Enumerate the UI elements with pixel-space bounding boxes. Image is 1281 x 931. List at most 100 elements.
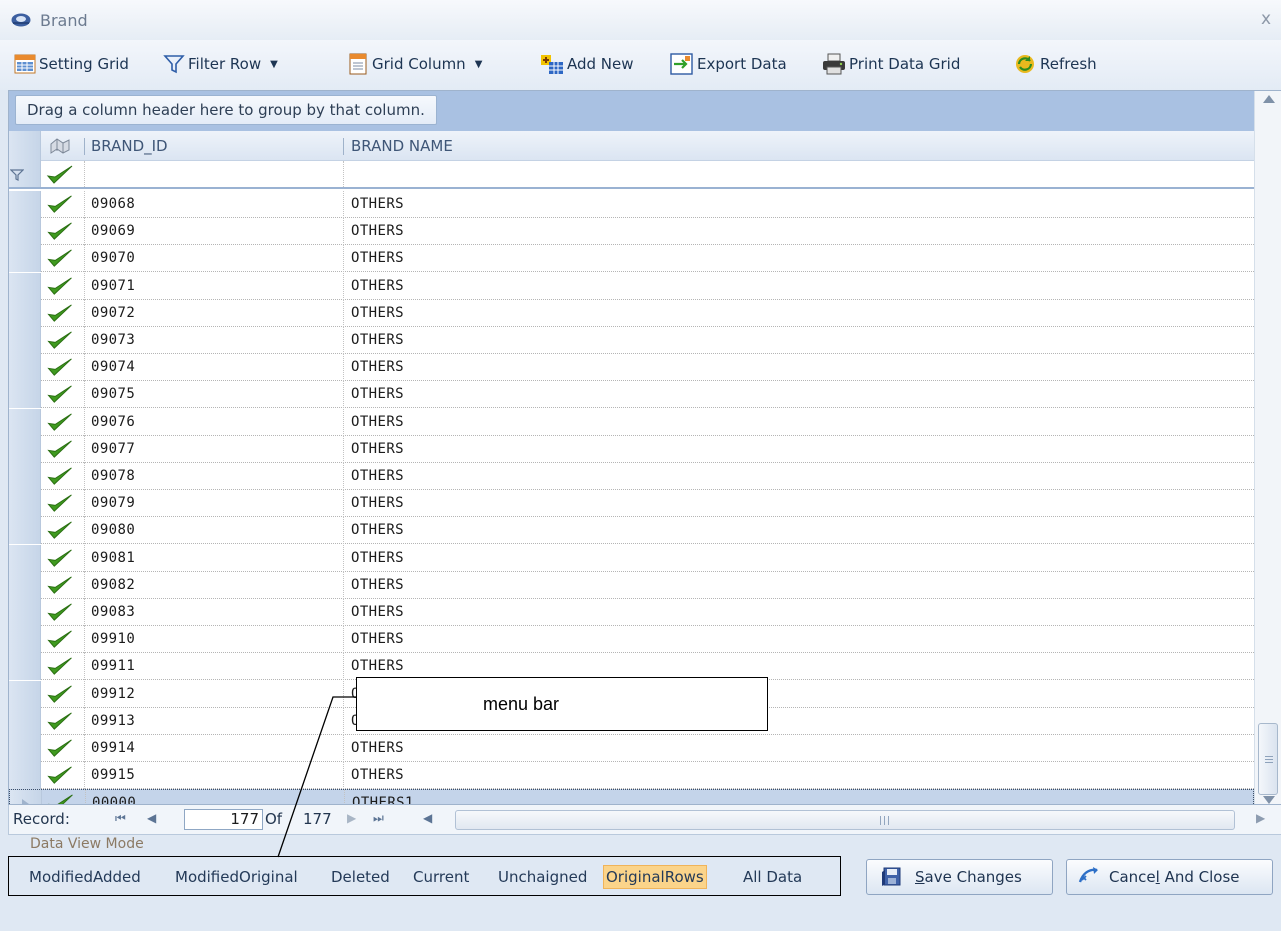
table-row[interactable]: 09071 OTHERS — [9, 273, 1254, 300]
cell-brand-name[interactable]: OTHERS — [351, 545, 404, 572]
data-view-mode-item[interactable]: OriginalRows — [603, 865, 707, 889]
table-row[interactable]: 09070 OTHERS — [9, 245, 1254, 272]
column-header-brand-id[interactable]: BRAND_ID — [91, 131, 168, 161]
data-view-mode-item[interactable]: All Data — [741, 865, 804, 889]
close-button[interactable]: x — [1258, 11, 1274, 28]
table-row[interactable]: 09081 OTHERS — [9, 545, 1254, 572]
vertical-scroll-thumb[interactable] — [1258, 723, 1278, 795]
table-row[interactable]: 09082 OTHERS — [9, 572, 1254, 599]
cell-brand-name[interactable]: OTHERS — [351, 735, 404, 762]
data-view-mode-item[interactable]: Deleted — [329, 865, 392, 889]
row-indicator[interactable] — [9, 381, 41, 408]
cell-brand-id[interactable]: 09915 — [91, 762, 135, 789]
scroll-down-icon[interactable] — [1263, 796, 1275, 804]
cell-brand-name[interactable]: OTHERS — [351, 490, 404, 517]
cell-brand-name[interactable]: OTHERS — [351, 381, 404, 408]
row-indicator[interactable] — [9, 708, 41, 735]
row-indicator[interactable] — [9, 409, 41, 436]
row-indicator[interactable] — [9, 327, 41, 354]
table-row[interactable]: 09075 OTHERS — [9, 381, 1254, 408]
row-indicator[interactable] — [9, 463, 41, 490]
row-indicator[interactable] — [10, 790, 42, 804]
last-record-button[interactable]: ⏭ — [373, 811, 384, 826]
cell-brand-name[interactable]: OTHERS — [351, 463, 404, 490]
table-row[interactable]: 09077 OTHERS — [9, 436, 1254, 463]
table-row[interactable]: 09076 OTHERS — [9, 409, 1254, 436]
cell-brand-name[interactable]: OTHERS — [351, 409, 404, 436]
cell-brand-id[interactable]: 09078 — [91, 463, 135, 490]
row-indicator[interactable] — [9, 245, 41, 272]
cell-brand-name[interactable]: OTHERS — [351, 599, 404, 626]
cell-brand-name[interactable]: OTHERS — [351, 218, 404, 245]
cell-brand-id[interactable]: 00000 — [92, 790, 136, 804]
cell-brand-name[interactable]: OTHERS — [351, 300, 404, 327]
column-header-brand-name[interactable]: BRAND NAME — [351, 131, 453, 161]
grid-column-dropdown-icon[interactable]: ▼ — [475, 59, 483, 70]
row-indicator[interactable] — [9, 490, 41, 517]
horizontal-scrollbar[interactable] — [455, 810, 1235, 830]
table-row[interactable]: 09914 OTHERS — [9, 735, 1254, 762]
data-view-mode-item[interactable]: ModifiedOriginal — [173, 865, 300, 889]
data-view-mode-item[interactable]: ModifiedAdded — [27, 865, 143, 889]
row-indicator[interactable] — [9, 626, 41, 653]
cell-brand-id[interactable]: 09072 — [91, 300, 135, 327]
row-indicator[interactable] — [9, 218, 41, 245]
cell-brand-id[interactable]: 09076 — [91, 409, 135, 436]
row-indicator[interactable] — [9, 300, 41, 327]
cell-brand-id[interactable]: 09081 — [91, 545, 135, 572]
current-record-input[interactable]: 177 — [184, 809, 263, 830]
cell-brand-id[interactable]: 09074 — [91, 354, 135, 381]
cell-brand-name[interactable]: OTHERS — [351, 436, 404, 463]
cell-brand-id[interactable]: 09911 — [91, 653, 135, 680]
cell-brand-id[interactable]: 09077 — [91, 436, 135, 463]
export-data-button[interactable]: Export Data — [670, 51, 787, 77]
table-row[interactable]: 00000 OTHERS1 — [9, 789, 1254, 804]
row-indicator[interactable] — [9, 273, 41, 300]
funnel-icon[interactable] — [10, 168, 24, 182]
row-indicator[interactable] — [9, 572, 41, 599]
table-row[interactable]: 09915 OTHERS — [9, 762, 1254, 789]
row-indicator[interactable] — [9, 545, 41, 572]
table-row[interactable]: 09072 OTHERS — [9, 300, 1254, 327]
cell-brand-name[interactable]: OTHERS — [351, 354, 404, 381]
cell-brand-id[interactable]: 09910 — [91, 626, 135, 653]
previous-record-button[interactable]: ◀ — [147, 811, 156, 825]
first-record-button[interactable]: ⏮ — [115, 811, 126, 826]
cell-brand-name[interactable]: OTHERS — [351, 327, 404, 354]
column-chooser-icon[interactable] — [49, 136, 71, 156]
filter-row-button[interactable]: Filter Row ▼ — [163, 51, 278, 77]
cell-brand-id[interactable]: 09080 — [91, 517, 135, 544]
cell-brand-id[interactable]: 09068 — [91, 191, 135, 218]
row-indicator[interactable] — [9, 436, 41, 463]
table-row[interactable]: 09069 OTHERS — [9, 218, 1254, 245]
cell-brand-id[interactable]: 09079 — [91, 490, 135, 517]
vertical-scrollbar[interactable] — [1254, 91, 1281, 804]
scroll-up-icon[interactable] — [1263, 95, 1275, 103]
row-indicator[interactable] — [9, 354, 41, 381]
scroll-left-icon[interactable]: ◀ — [423, 811, 432, 825]
cell-brand-id[interactable]: 09912 — [91, 681, 135, 708]
table-row[interactable]: 09080 OTHERS — [9, 517, 1254, 544]
cell-brand-name[interactable]: OTHERS — [351, 517, 404, 544]
cell-brand-name[interactable]: OTHERS — [351, 245, 404, 272]
cell-brand-id[interactable]: 09069 — [91, 218, 135, 245]
save-changes-button[interactable]: Save Changes — [866, 859, 1053, 895]
filter-row[interactable] — [9, 161, 1254, 189]
table-row[interactable]: 09078 OTHERS — [9, 463, 1254, 490]
cell-brand-name[interactable]: OTHERS — [351, 191, 404, 218]
row-indicator[interactable] — [9, 599, 41, 626]
next-record-button[interactable]: ▶ — [347, 811, 356, 825]
table-row[interactable]: 09079 OTHERS — [9, 490, 1254, 517]
cell-brand-id[interactable]: 09914 — [91, 735, 135, 762]
cell-brand-name[interactable]: OTHERS — [351, 626, 404, 653]
row-indicator[interactable] — [9, 735, 41, 762]
table-row[interactable]: 09910 OTHERS — [9, 626, 1254, 653]
table-row[interactable]: 09074 OTHERS — [9, 354, 1254, 381]
row-indicator[interactable] — [9, 191, 41, 218]
table-row[interactable]: 09068 OTHERS — [9, 191, 1254, 218]
cell-brand-name[interactable]: OTHERS — [351, 273, 404, 300]
cancel-and-close-button[interactable]: Cancel And Close — [1066, 859, 1273, 895]
table-row[interactable]: 09083 OTHERS — [9, 599, 1254, 626]
cell-brand-id[interactable]: 09913 — [91, 708, 135, 735]
group-panel[interactable]: Drag a column header here to group by th… — [9, 91, 1254, 131]
